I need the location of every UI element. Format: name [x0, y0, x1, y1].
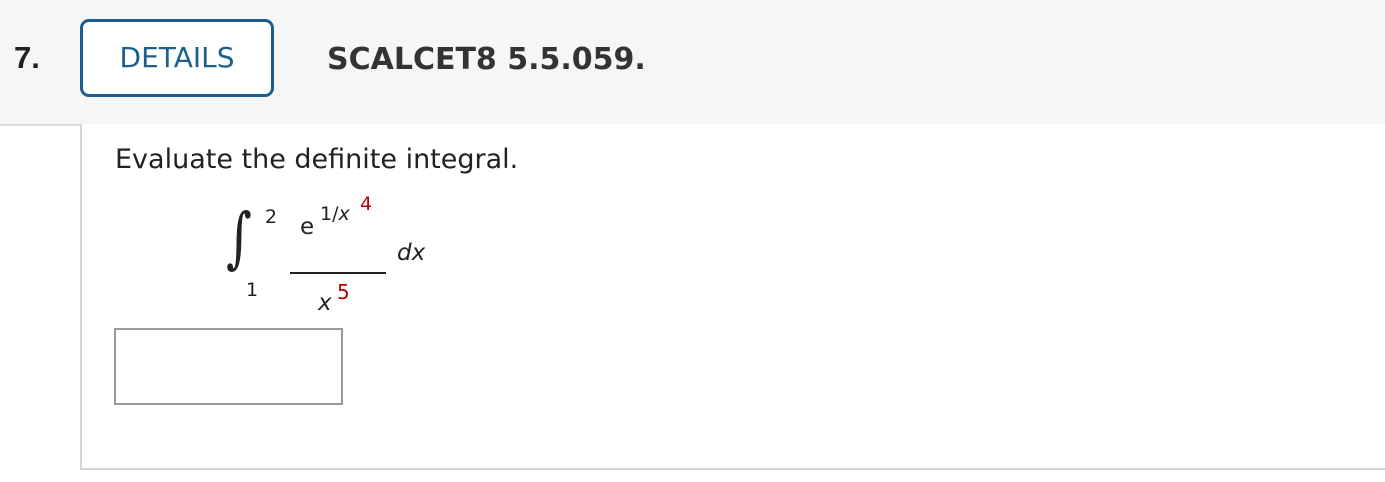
answer-input[interactable] [114, 328, 343, 405]
question-header: 7. DETAILS SCALCET8 5.5.059. [0, 0, 1385, 126]
numerator-exponent-power: 4 [360, 193, 373, 215]
numerator-exponent-var: x [338, 203, 350, 225]
question-prompt: Evaluate the definite integral. [115, 144, 519, 175]
denominator-base: x [318, 290, 332, 316]
lower-limit: 1 [246, 279, 259, 301]
problem-id: SCALCET8 5.5.059. [327, 42, 646, 77]
numerator-exponent-prefix: 1/ [320, 203, 339, 225]
integral-sign-icon: ∫ [226, 199, 252, 276]
numerator-base: e [300, 214, 315, 240]
question-number: 7. [14, 40, 40, 75]
fraction-bar [290, 272, 386, 274]
details-button[interactable]: DETAILS [80, 19, 274, 97]
denominator-power: 5 [337, 280, 350, 304]
question-body [80, 124, 1385, 470]
differential: dx [397, 240, 426, 266]
numerator-exponent: 1/x [320, 203, 350, 225]
upper-limit: 2 [265, 206, 278, 228]
